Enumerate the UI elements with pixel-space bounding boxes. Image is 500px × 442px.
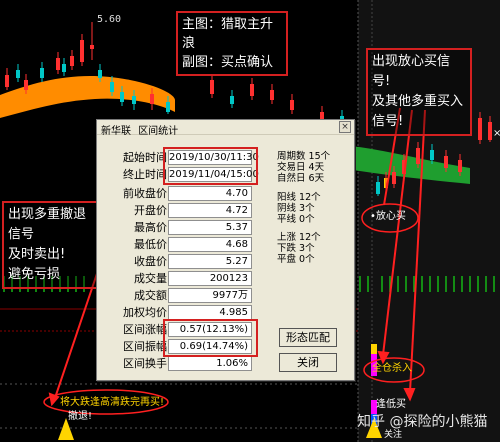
stat-num: 12个 — [299, 192, 321, 203]
stat-label: 加权均价 — [123, 306, 167, 319]
stat-row: 前收盘价 4.70 — [97, 186, 257, 202]
stat-value: 5.37 — [168, 220, 252, 235]
stat-yang: 阳线 12个 — [277, 192, 321, 203]
stat-key: 阳线 — [277, 192, 297, 203]
stat-down: 下跌 3个 — [277, 243, 315, 254]
stat-num: 0个 — [299, 254, 315, 265]
signal-chetui: 撤退! — [68, 411, 93, 422]
signal-full-buy: 全仓杀入 — [372, 363, 412, 374]
stat-natural-days: 自然日 6天 — [277, 173, 324, 184]
stat-value: 200123 — [168, 271, 252, 286]
sell-annotation-line-3: 避免亏损 — [8, 267, 61, 282]
stat-value: 4.70 — [168, 186, 252, 201]
stat-yin: 阴线 3个 — [277, 203, 315, 214]
end-time-label: 终止时间 — [123, 168, 167, 181]
buy-annotation-line-2: 及其他多重买入 — [372, 94, 464, 109]
time-highlight-box — [163, 147, 258, 185]
stat-row: 成交量 200123 — [97, 271, 257, 287]
sell-signal-annotation: 出现多重撤退信号 及时卖出! 避免亏损 — [2, 201, 102, 289]
stat-label: 区间振幅 — [123, 340, 167, 353]
range-change-highlight-box — [163, 319, 258, 357]
signal-fangxinmai: •放心买 — [370, 211, 406, 222]
title-line-2: 副图：买点确认 — [182, 55, 274, 70]
title-line-1: 主图：猎取主升浪 — [182, 17, 274, 51]
stat-value: 4.68 — [168, 237, 252, 252]
buy-annotation-line-1: 出现放心买信号! — [372, 54, 451, 89]
stat-key: 上涨 — [277, 232, 297, 243]
stat-value: 1.06% — [168, 356, 252, 371]
dialog-titlebar[interactable]: 新华联 区间统计 × — [97, 120, 354, 137]
range-stats-dialog: 新华联 区间统计 × 起始时间 2019/10/30/11:30 终止时间 20… — [96, 119, 355, 381]
title-annotation: 主图：猎取主升浪 副图：买点确认 — [176, 11, 288, 76]
stat-key: 平盘 — [277, 254, 297, 265]
stat-key: 平线 — [277, 214, 297, 225]
stat-num: 0个 — [299, 214, 315, 225]
signal-bottom-left: 将大跌逢高清跌完再买! — [60, 397, 165, 408]
stat-num: 3个 — [299, 243, 315, 254]
stat-num: 4天 — [308, 162, 325, 173]
start-time-label: 起始时间 — [123, 151, 167, 164]
buy-signal-annotation: 出现放心买信号! 及其他多重买入 信号! — [366, 48, 472, 136]
stat-key: 阴线 — [277, 203, 297, 214]
stat-key: 周期数 — [277, 151, 306, 162]
stat-row: 最低价 4.68 — [97, 237, 257, 253]
stat-label: 区间涨幅 — [123, 323, 167, 336]
candles-left — [5, 22, 344, 130]
stat-label: 成交额 — [134, 289, 167, 302]
stat-label: 区间换手 — [123, 357, 167, 370]
stat-key: 交易日 — [277, 162, 306, 173]
stat-periods: 周期数 15个 — [277, 151, 330, 162]
close-button[interactable]: 关闭 — [279, 353, 337, 372]
stat-num: 15个 — [308, 151, 331, 162]
signal-low-buy: 逢低买 — [376, 399, 406, 410]
stat-unchanged: 平盘 0个 — [277, 254, 315, 265]
sell-annotation-line-2: 及时卖出! — [8, 247, 66, 262]
sell-annotation-line-1: 出现多重撤退信号 — [8, 207, 87, 242]
stat-row: 区间换手 1.06% — [97, 356, 257, 372]
watermark: 知乎 @探险的小熊猫 — [357, 414, 488, 430]
stat-flat: 平线 0个 — [277, 214, 315, 225]
buy-annotation-line-3: 信号! — [372, 114, 404, 129]
stat-value: 5.27 — [168, 254, 252, 269]
stat-label: 最低价 — [134, 238, 167, 251]
close-icon[interactable]: × — [339, 121, 351, 133]
stat-up: 上涨 12个 — [277, 232, 321, 243]
stat-value: 4.985 — [168, 305, 252, 320]
stat-num: 3个 — [299, 203, 315, 214]
stat-label: 开盘价 — [134, 204, 167, 217]
stat-row: 开盘价 4.72 — [97, 203, 257, 219]
stat-key: 自然日 — [277, 173, 306, 184]
stat-row: 收盘价 5.27 — [97, 254, 257, 270]
signal-attention: 关注 — [384, 430, 403, 440]
svg-text:×: × — [493, 128, 500, 139]
stat-label: 成交量 — [134, 272, 167, 285]
stat-label: 最高价 — [134, 221, 167, 234]
signal-bar-yellow — [371, 344, 377, 354]
stat-value: 9977万 — [168, 288, 252, 303]
pattern-match-button[interactable]: 形态匹配 — [279, 328, 337, 347]
stat-label: 收盘价 — [134, 255, 167, 268]
stat-value: 4.72 — [168, 203, 252, 218]
dialog-app-name: 新华联 — [101, 126, 131, 137]
price-high-label: 5.60 — [97, 14, 122, 25]
stat-row: 成交额 9977万 — [97, 288, 257, 304]
stat-row: 最高价 5.37 — [97, 220, 257, 236]
stat-key: 下跌 — [277, 243, 297, 254]
dialog-title: 区间统计 — [138, 126, 179, 137]
stat-num: 12个 — [299, 232, 321, 243]
stat-trade-days: 交易日 4天 — [277, 162, 324, 173]
stat-num: 6天 — [308, 173, 325, 184]
stat-label: 前收盘价 — [123, 187, 167, 200]
